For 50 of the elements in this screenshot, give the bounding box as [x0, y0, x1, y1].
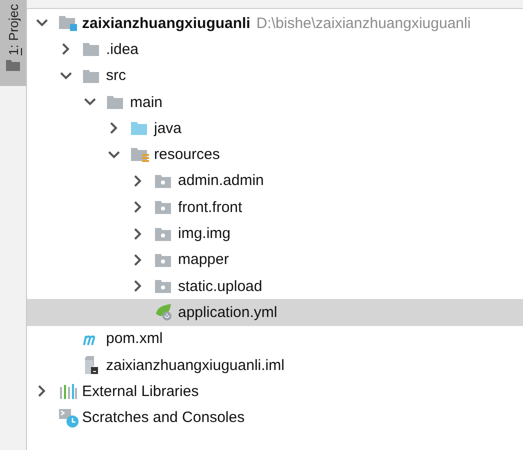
folder-icon	[83, 42, 99, 56]
tree-item[interactable]: front.front	[27, 194, 523, 220]
folder-icon	[83, 68, 99, 83]
project-tab[interactable]: 1: Projec	[0, 0, 26, 86]
tree-item-label: application.yml	[178, 304, 278, 321]
package-folder-icon	[155, 252, 171, 267]
library-bars-icon	[59, 383, 77, 400]
tree-item-label: src	[106, 67, 126, 84]
package-folder-icon	[155, 279, 171, 294]
file-icon	[83, 356, 99, 374]
tree-item-label: zaixianzhuangxiuguanli.iml	[106, 356, 284, 374]
tree-item[interactable]: zaixianzhuangxiuguanli.iml	[27, 352, 523, 378]
tree-item[interactable]: application.yml	[27, 299, 523, 326]
package-folder-icon	[155, 226, 171, 241]
tree-item[interactable]: main	[27, 88, 523, 116]
tree-item-label: pom.xml	[106, 330, 163, 348]
tree-item-label: mapper	[178, 251, 229, 268]
tree-item-label: .idea	[106, 40, 139, 58]
folder-icon	[107, 95, 123, 110]
tree-item-label: img.img	[178, 225, 231, 242]
module-folder-icon	[59, 15, 77, 32]
tree-item[interactable]: admin.admin	[27, 168, 523, 194]
package-folder-icon	[155, 174, 171, 188]
tree-item-label: External Libraries	[82, 382, 199, 400]
tree-item[interactable]: java	[27, 115, 523, 142]
tree-item-label: admin.admin	[178, 172, 264, 190]
tree-item[interactable]: resources	[27, 141, 523, 168]
tree-item[interactable]: External Libraries	[27, 378, 523, 404]
tree-item[interactable]: static.upload	[27, 272, 523, 300]
path-hint: D:\bishe\zaixianzhuangxiuguanli	[256, 14, 471, 32]
tree-item-label: resources	[154, 146, 220, 164]
console-clock-icon	[59, 408, 79, 428]
tree-item[interactable]: img.img	[27, 220, 523, 247]
tree-item[interactable]: .idea	[27, 36, 523, 63]
tree-item-label: main	[130, 94, 163, 111]
tree-item[interactable]: zaixianzhuangxiuguanli D:\bishe\zaixianzhuangxiuguanli	[27, 10, 523, 36]
package-folder-icon	[155, 200, 171, 214]
resources-folder-icon	[131, 146, 149, 163]
tree-item[interactable]: Scratches and Consoles	[27, 404, 523, 431]
tree-item-label: zaixianzhuangxiuguanli	[82, 14, 250, 32]
tree-item-label: front.front	[178, 198, 242, 216]
tree-item[interactable]: pom.xml	[27, 326, 523, 352]
leaf-icon	[155, 303, 173, 322]
folder-icon	[6, 59, 20, 72]
tree-item-label: java	[154, 120, 182, 137]
tree-item[interactable]: mapper	[27, 246, 523, 273]
tree-item[interactable]: src	[27, 62, 523, 89]
folder-icon	[131, 121, 147, 136]
tree-item-label: static.upload	[178, 278, 262, 295]
tree-item-label: Scratches and Consoles	[82, 409, 245, 426]
